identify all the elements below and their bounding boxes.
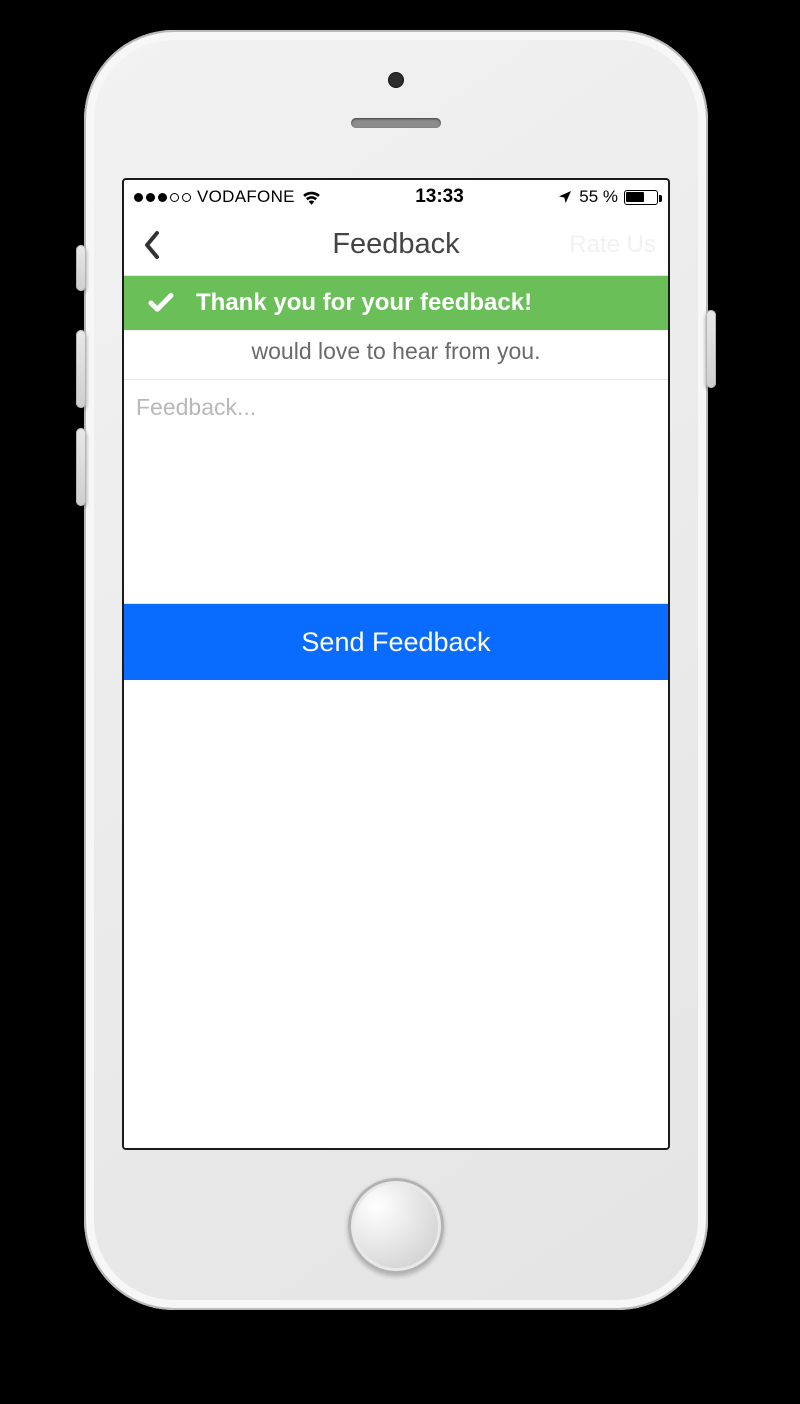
empty-area [124,680,668,1148]
power-button [706,310,716,388]
earpiece-speaker [351,118,441,128]
battery-percent: 55 % [579,187,618,207]
volume-up-button [76,330,86,408]
location-icon [557,189,573,205]
send-feedback-button[interactable]: Send Feedback [124,604,668,680]
volume-down-button [76,428,86,506]
success-toast: Thank you for your feedback! [124,276,668,330]
screen: VODAFONE 13:33 55 % [122,178,670,1150]
feedback-input[interactable] [124,380,668,598]
device-frame: VODAFONE 13:33 55 % [84,30,708,1310]
mute-switch [76,245,86,291]
checkmark-icon [144,286,178,320]
nav-bar: Feedback Rate Us [124,214,668,276]
signal-strength-icon [134,193,191,202]
toast-message: Thank you for your feedback! [196,289,532,317]
clock: 13:33 [415,186,464,208]
page-title: Feedback [332,228,459,261]
chevron-left-icon [143,230,161,260]
home-button[interactable] [348,1178,444,1274]
back-button[interactable] [132,225,172,265]
rate-us-button[interactable]: Rate Us [569,231,656,259]
front-camera [388,72,404,88]
carrier-label: VODAFONE [197,187,295,207]
status-bar: VODAFONE 13:33 55 % [124,180,668,214]
wifi-icon [301,189,322,205]
intro-text: would love to hear from you. [124,330,668,380]
battery-icon [624,190,658,205]
